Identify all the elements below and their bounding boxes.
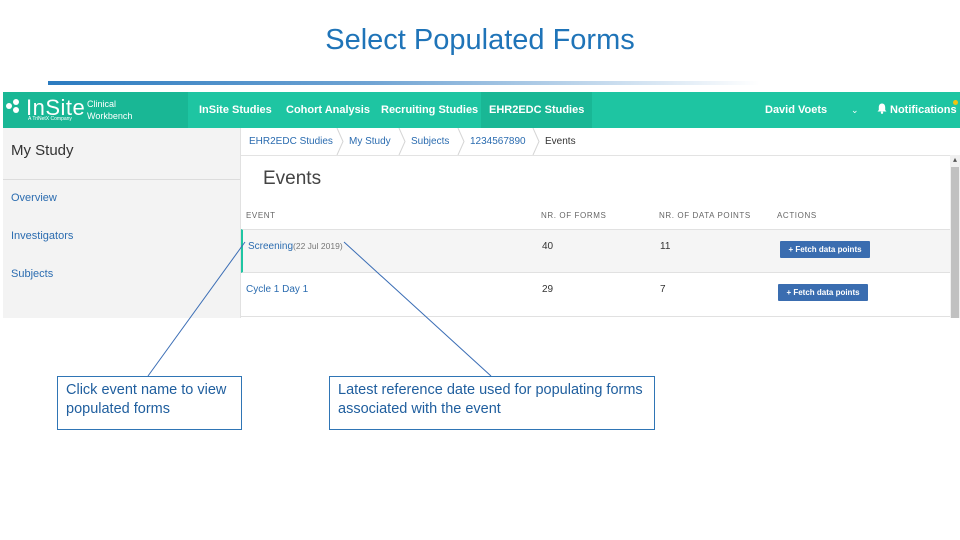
fetch-data-points-button[interactable]: + Fetch data points — [780, 241, 870, 258]
scroll-up-icon[interactable]: ▴ — [950, 155, 960, 165]
slide-title: Select Populated Forms — [325, 24, 635, 56]
sidebar-divider — [3, 179, 240, 180]
event-name[interactable]: Screening — [248, 241, 293, 252]
breadcrumb-subjects[interactable]: Subjects — [411, 128, 449, 155]
event-reference-date: (22 Jul 2019) — [293, 241, 343, 251]
app-screenshot: InSite A TriNetX Company Clinical Workbe… — [3, 92, 960, 318]
breadcrumb-ehr2edc-studies[interactable]: EHR2EDC Studies — [249, 128, 333, 155]
data-points-count: 7 — [660, 284, 666, 295]
nav-cohort-analysis[interactable]: Cohort Analysis — [278, 92, 378, 128]
page-title: Events — [263, 168, 322, 189]
bell-icon — [877, 103, 887, 114]
sidebar: My Study Overview Investigators Subjects — [3, 128, 241, 318]
main-content: EHR2EDC Studies My Study Subjects 123456… — [241, 128, 960, 318]
table-row[interactable]: Screening(22 Jul 2019) 40 11 + Fetch dat… — [241, 229, 952, 273]
breadcrumb-subject-id[interactable]: 1234567890 — [470, 128, 526, 155]
logo-dots-icon — [6, 99, 22, 115]
breadcrumb-separator-icon — [398, 128, 406, 155]
forms-count: 40 — [542, 241, 554, 252]
table-row[interactable]: Cycle 1 Day 1 29 7 + Fetch data points — [241, 273, 950, 317]
logo-tagline: A TriNetX Company — [28, 116, 72, 122]
fetch-data-points-button[interactable]: + Fetch data points — [778, 284, 868, 301]
study-title: My Study — [11, 142, 74, 159]
notifications-label: Notifications — [890, 104, 957, 116]
breadcrumb-separator-icon — [457, 128, 465, 155]
event-link[interactable]: Cycle 1 Day 1 — [246, 284, 308, 295]
logo-product-name: Clinical Workbench — [87, 99, 133, 121]
event-name[interactable]: Cycle 1 Day 1 — [246, 284, 308, 295]
notifications-button[interactable]: Notifications — [877, 92, 957, 128]
sidebar-item-subjects[interactable]: Subjects — [11, 268, 53, 280]
column-header-actions: ACTIONS — [777, 211, 817, 220]
data-points-count: 11 — [660, 241, 671, 252]
title-divider — [48, 81, 760, 85]
callout-event-name: Click event name to view populated forms — [57, 376, 242, 430]
column-header-event: EVENT — [246, 211, 276, 220]
breadcrumb: EHR2EDC Studies My Study Subjects 123456… — [241, 128, 960, 156]
forms-count: 29 — [542, 284, 554, 295]
scrollbar-thumb[interactable] — [951, 167, 959, 318]
breadcrumb-my-study[interactable]: My Study — [349, 128, 391, 155]
sidebar-item-overview[interactable]: Overview — [11, 192, 57, 204]
column-header-forms: NR. OF FORMS — [541, 211, 607, 220]
breadcrumb-events: Events — [545, 136, 576, 147]
chevron-down-icon[interactable]: ⌄ — [851, 92, 859, 128]
nav-recruiting-studies[interactable]: Recruiting Studies — [373, 92, 486, 128]
vertical-scrollbar[interactable]: ▴ — [950, 155, 960, 318]
insite-logo[interactable]: InSite A TriNetX Company Clinical Workbe… — [3, 92, 188, 128]
nav-ehr2edc-studies[interactable]: EHR2EDC Studies — [481, 92, 593, 128]
user-menu[interactable]: David Voets — [765, 92, 827, 128]
callout-reference-date: Latest reference date used for populatin… — [329, 376, 655, 430]
breadcrumb-separator-icon — [336, 128, 344, 155]
breadcrumb-separator-icon — [532, 128, 540, 155]
sidebar-item-investigators[interactable]: Investigators — [11, 230, 73, 242]
event-link[interactable]: Screening(22 Jul 2019) — [248, 241, 343, 252]
top-navigation-bar: InSite A TriNetX Company Clinical Workbe… — [3, 92, 960, 128]
notification-indicator — [953, 100, 958, 105]
nav-insite-studies[interactable]: InSite Studies — [191, 92, 280, 128]
column-header-data-points: NR. OF DATA POINTS — [659, 211, 751, 220]
